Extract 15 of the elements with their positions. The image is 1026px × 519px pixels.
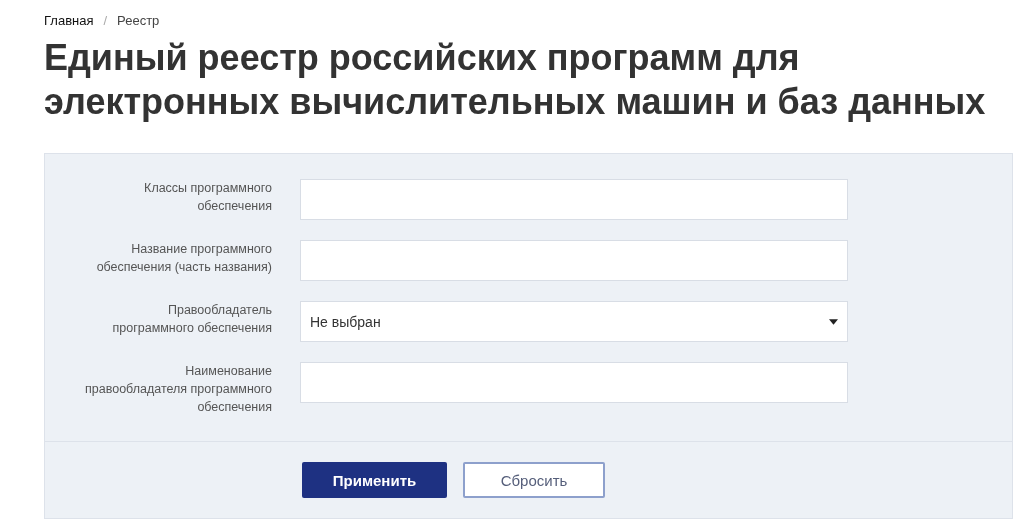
apply-button[interactable]: Применить bbox=[302, 462, 447, 498]
text-field[interactable] bbox=[300, 362, 848, 403]
breadcrumb-separator: / bbox=[103, 12, 108, 28]
text-field[interactable] bbox=[300, 179, 848, 220]
reset-button[interactable]: Сбросить bbox=[463, 462, 605, 498]
field-label: Правообладатель программного обеспечения bbox=[111, 302, 273, 337]
field-label: Классы программного обеспечения bbox=[143, 180, 273, 215]
page-title: Единый реестр российских программ для электронных вычислительных машин и баз данных bbox=[44, 36, 987, 124]
field-label: Название программного обеспечения (часть названия) bbox=[95, 241, 273, 276]
caret-icon bbox=[829, 318, 838, 325]
text-field[interactable] bbox=[300, 240, 848, 281]
breadcrumb-current: Реестр bbox=[117, 12, 160, 28]
breadcrumb-link[interactable]: Главная bbox=[44, 12, 94, 28]
field-label: Наименование правообладателя программного обеспечения bbox=[84, 363, 273, 416]
select-field[interactable]: Не выбран bbox=[300, 301, 848, 342]
